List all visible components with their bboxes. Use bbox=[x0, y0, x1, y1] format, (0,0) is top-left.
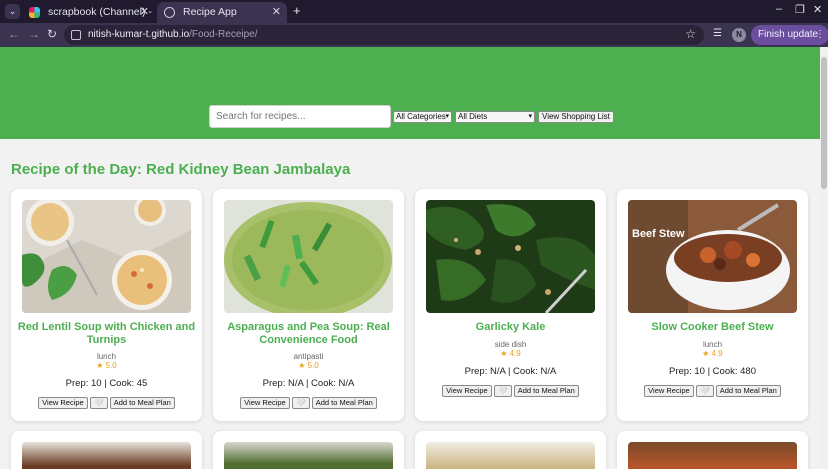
recipe-card: Garlicky Kale side dish ★ 4.9 Prep: N/A … bbox=[415, 189, 606, 421]
search-input[interactable] bbox=[209, 105, 391, 128]
diet-select[interactable]: All Diets ▾ bbox=[455, 111, 535, 123]
site-info-icon[interactable] bbox=[71, 30, 81, 40]
scrollbar-thumb[interactable] bbox=[821, 57, 827, 189]
recipe-category: antipasti bbox=[293, 352, 324, 361]
recipe-image bbox=[224, 442, 393, 469]
recipe-rating: ★ 5.0 bbox=[96, 361, 117, 370]
recipe-actions: View Recipe 🤍 Add to Meal Plan bbox=[213, 397, 404, 409]
favorite-heart-icon[interactable]: 🤍 bbox=[695, 385, 714, 397]
recipe-card: Beef Stew Slow Cooker Beef Stew lunch ★ … bbox=[617, 189, 808, 421]
favorite-heart-icon[interactable]: 🤍 bbox=[89, 397, 108, 409]
overlay-text: Beef Stew bbox=[632, 228, 685, 240]
browser-tab-bar: ⌄ scrapbook (Channel) - Ha ✕ Recipe App … bbox=[0, 0, 828, 23]
recipe-title[interactable]: Red Lentil Soup with Chicken and Turnips bbox=[17, 321, 196, 347]
recipe-times: Prep: 10 | Cook: 45 bbox=[65, 378, 148, 389]
recipe-image bbox=[22, 442, 191, 469]
recipe-category: lunch bbox=[702, 340, 723, 349]
recipe-rating: ★ 4.9 bbox=[500, 349, 521, 358]
add-to-meal-plan-button[interactable]: Add to Meal Plan bbox=[109, 397, 175, 409]
tab-recipe-app[interactable]: Recipe App ✕ bbox=[157, 2, 287, 23]
forward-icon[interactable]: → bbox=[28, 27, 40, 41]
tab-close-icon[interactable]: ✕ bbox=[272, 2, 281, 22]
recipe-card bbox=[617, 431, 808, 469]
recipe-image bbox=[224, 200, 393, 313]
recipe-times: Prep: 10 | Cook: 480 bbox=[669, 366, 756, 377]
recipe-actions: View Recipe 🤍 Add to Meal Plan bbox=[415, 385, 606, 397]
bookmark-star-icon[interactable]: ☆ bbox=[685, 27, 696, 41]
address-bar[interactable]: nitish-kumar-t.github.io/Food-Receipe/ ☆ bbox=[64, 25, 704, 45]
restore-icon[interactable]: ❐ bbox=[795, 3, 805, 16]
scrollbar[interactable] bbox=[820, 47, 828, 469]
recipe-image bbox=[426, 200, 595, 313]
favorite-heart-icon[interactable]: 🤍 bbox=[291, 397, 310, 409]
browser-toolbar: ← → ↻ nitish-kumar-t.github.io/Food-Rece… bbox=[0, 23, 828, 47]
add-to-meal-plan-button[interactable]: Add to Meal Plan bbox=[513, 385, 579, 397]
url-text: nitish-kumar-t.github.io/Food-Receipe/ bbox=[88, 29, 258, 40]
view-recipe-button[interactable]: View Recipe bbox=[442, 385, 492, 397]
recipe-title[interactable]: Asparagus and Pea Soup: Real Convenience… bbox=[219, 321, 398, 347]
recipe-image bbox=[426, 442, 595, 469]
view-recipe-button[interactable]: View Recipe bbox=[644, 385, 694, 397]
tab-search-icon[interactable]: ⌄ bbox=[5, 4, 20, 19]
recipe-image bbox=[628, 442, 797, 469]
tab-scrapbook[interactable]: scrapbook (Channel) - Ha ✕ bbox=[22, 2, 155, 23]
slack-favicon-icon bbox=[29, 7, 40, 18]
add-to-meal-plan-button[interactable]: Add to Meal Plan bbox=[715, 385, 781, 397]
category-select[interactable]: All Categories ▾ bbox=[393, 111, 452, 123]
minimize-icon[interactable]: – bbox=[776, 3, 782, 15]
add-to-meal-plan-button[interactable]: Add to Meal Plan bbox=[311, 397, 377, 409]
favorite-heart-icon[interactable]: 🤍 bbox=[493, 385, 512, 397]
recipe-of-the-day[interactable]: Recipe of the Day: Red Kidney Bean Jamba… bbox=[11, 161, 350, 178]
recipe-category: lunch bbox=[96, 352, 117, 361]
recipe-title[interactable]: Slow Cooker Beef Stew bbox=[623, 321, 802, 334]
recipe-image bbox=[22, 200, 191, 313]
recipe-category: side dish bbox=[494, 340, 527, 349]
tab-title: Recipe App bbox=[183, 6, 237, 18]
reading-list-icon[interactable]: ☰ bbox=[713, 28, 722, 39]
chevron-down-icon: ▾ bbox=[528, 113, 532, 120]
recipe-actions: View Recipe 🤍 Add to Meal Plan bbox=[617, 385, 808, 397]
view-recipe-button[interactable]: View Recipe bbox=[38, 397, 88, 409]
more-menu-icon: ⋮ bbox=[815, 29, 825, 40]
recipe-times: Prep: N/A | Cook: N/A bbox=[262, 378, 355, 389]
recipe-actions: View Recipe 🤍 Add to Meal Plan bbox=[11, 397, 202, 409]
recipe-image: Beef Stew bbox=[628, 200, 797, 313]
recipe-rating: ★ 4.9 bbox=[702, 349, 723, 358]
globe-favicon-icon bbox=[164, 7, 175, 18]
recipe-rating: ★ 5.0 bbox=[298, 361, 319, 370]
view-shopping-list-button[interactable]: View Shopping List bbox=[538, 111, 614, 123]
recipe-card: Asparagus and Pea Soup: Real Convenience… bbox=[213, 189, 404, 421]
recipe-card bbox=[213, 431, 404, 469]
recipe-card bbox=[11, 431, 202, 469]
header-banner bbox=[0, 47, 820, 139]
view-recipe-button[interactable]: View Recipe bbox=[240, 397, 290, 409]
new-tab-icon[interactable]: + bbox=[293, 3, 301, 18]
tab-close-icon[interactable]: ✕ bbox=[140, 2, 149, 22]
recipe-card: Red Lentil Soup with Chicken and Turnips… bbox=[11, 189, 202, 421]
avatar[interactable]: N bbox=[732, 28, 746, 42]
reload-icon[interactable]: ↻ bbox=[47, 27, 57, 41]
back-icon[interactable]: ← bbox=[8, 27, 20, 41]
page-content: All Categories▾ All Diets▾ View Shopping… bbox=[0, 47, 820, 469]
chevron-down-icon: ▾ bbox=[445, 113, 449, 120]
window-close-icon[interactable]: ✕ bbox=[813, 3, 822, 16]
recipe-card bbox=[415, 431, 606, 469]
finish-update-button[interactable]: Finish update ⋮ bbox=[751, 25, 828, 45]
recipe-title[interactable]: Garlicky Kale bbox=[421, 321, 600, 334]
recipe-times: Prep: N/A | Cook: N/A bbox=[464, 366, 557, 377]
